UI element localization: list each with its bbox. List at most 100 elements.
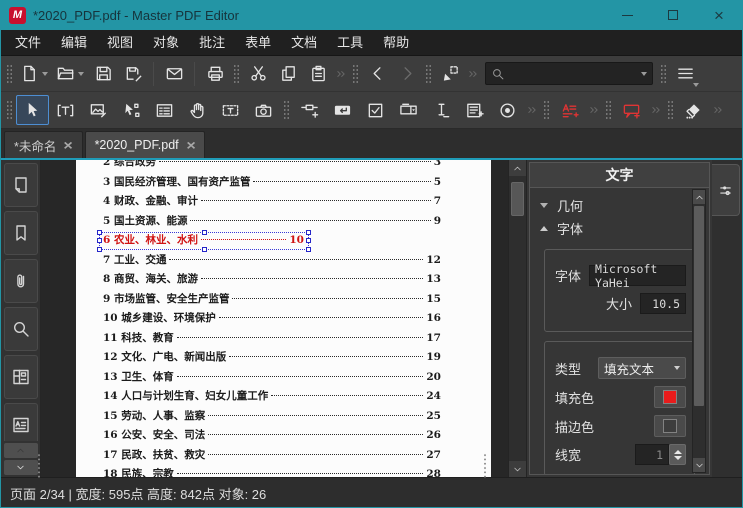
toc-row[interactable]: 3 国民经济管理、国有资产监管 5 [103, 173, 441, 193]
section-font[interactable]: 字体 [530, 217, 709, 240]
scroll-down-button[interactable] [509, 461, 526, 477]
bookmarks-panel-button[interactable] [3, 211, 38, 255]
button-field-button[interactable] [326, 95, 359, 125]
toc-row[interactable]: 16 公安、安全、司法 26 [103, 426, 441, 446]
listbox-field-button[interactable] [458, 95, 491, 125]
toolbar-grip[interactable] [605, 99, 612, 121]
tab-close-icon[interactable]: × [186, 138, 195, 152]
tab-close-icon[interactable]: × [64, 138, 73, 152]
selection-handle[interactable] [97, 230, 102, 235]
maximize-button[interactable] [650, 0, 696, 30]
panel-splitter-handle[interactable] [483, 453, 487, 479]
forms-panel-button[interactable] [3, 355, 38, 399]
edit-object-button[interactable] [115, 95, 148, 125]
scrollbar-track[interactable] [509, 176, 526, 461]
new-document-button[interactable] [16, 60, 52, 88]
cut-button[interactable] [243, 60, 273, 88]
stroke-color-button[interactable] [654, 415, 686, 437]
toc-row[interactable]: 9 市场监管、安全生产监管 15 [103, 290, 441, 310]
highlighter-button[interactable] [677, 95, 710, 125]
pages-panel-button[interactable] [3, 163, 38, 207]
menu-item[interactable]: 视图 [97, 30, 143, 55]
toolbar-grip[interactable] [283, 99, 290, 121]
copy-button[interactable] [273, 60, 303, 88]
toc-row-selected[interactable]: 6 农业、林业、水利 10 [97, 230, 441, 252]
print-button[interactable] [200, 60, 230, 88]
properties-tab[interactable] [712, 164, 740, 216]
edit-image-button[interactable] [82, 95, 115, 125]
toolbar-grip[interactable] [667, 99, 674, 121]
section-geometry[interactable]: 几何 [530, 194, 709, 217]
close-button[interactable]: × [696, 0, 742, 30]
menu-item[interactable]: 工具 [327, 30, 373, 55]
save-as-button[interactable] [118, 60, 148, 88]
toc-row[interactable]: 12 文化、广电、新闻出版 19 [103, 348, 441, 368]
paste-button[interactable] [303, 60, 333, 88]
tab-active-document[interactable]: *2020_PDF.pdf × [84, 131, 205, 158]
chevron-down-icon[interactable] [78, 71, 84, 76]
selection-handle[interactable] [306, 246, 311, 252]
open-folder-button[interactable] [52, 60, 88, 88]
toolbar-grip[interactable] [425, 62, 432, 85]
panel-scrollbar-thumb[interactable] [694, 206, 704, 406]
menu-item[interactable]: 编辑 [51, 30, 97, 55]
toc-row[interactable]: 8 商贸、海关、旅游 13 [103, 270, 441, 290]
font-size-input[interactable]: 10.5 [640, 293, 686, 314]
font-name-input[interactable]: Microsoft YaHei [589, 262, 686, 290]
toc-row[interactable]: 2 综合政务 3 [103, 160, 441, 173]
email-button[interactable] [159, 60, 189, 88]
sidebar-scroll-down-button[interactable] [3, 460, 38, 475]
checkbox-field-button[interactable] [359, 95, 392, 125]
toolbar-grip[interactable] [233, 62, 240, 85]
toolbar-grip[interactable] [352, 62, 359, 85]
sidebar-splitter-handle[interactable] [37, 453, 41, 479]
fill-color-button[interactable] [654, 386, 686, 408]
selection-handle[interactable] [97, 246, 102, 252]
menu-item[interactable]: 批注 [189, 30, 235, 55]
attachments-panel-button[interactable] [3, 259, 38, 303]
snapshot-button[interactable] [247, 95, 280, 125]
panel-scrollbar-track[interactable] [693, 204, 705, 458]
add-link-button[interactable] [293, 95, 326, 125]
minimize-button[interactable] [604, 0, 650, 30]
search-panel-button[interactable] [3, 307, 38, 351]
toc-row[interactable]: 4 财政、金融、审计 7 [103, 192, 441, 212]
tab-document[interactable]: *未命名 × [4, 131, 83, 158]
toc-row[interactable]: 11 科技、教育 17 [103, 329, 441, 349]
toc-row[interactable]: 5 国土资源、能源 9 [103, 212, 441, 232]
chevron-down-icon[interactable] [42, 71, 48, 76]
fit-selection-button[interactable] [435, 60, 465, 88]
toolbar-grip[interactable] [6, 99, 13, 121]
selected-text-object[interactable]: 6 农业、林业、水利 10 [97, 230, 311, 252]
selection-handle[interactable] [201, 230, 207, 235]
toc-row[interactable]: 7 工业、交通 12 [103, 251, 441, 271]
toc-row[interactable]: 18 民族、宗教 28 [103, 465, 441, 477]
edit-text-button[interactable] [49, 95, 82, 125]
toc-row[interactable]: 13 卫生、体育 20 [103, 368, 441, 388]
menu-item[interactable]: 帮助 [373, 30, 419, 55]
search-input[interactable] [509, 65, 638, 82]
add-text-annotation-button[interactable] [553, 95, 586, 125]
toc-row[interactable]: 17 民政、扶贫、救灾 27 [103, 446, 441, 466]
combobox-field-button[interactable] [392, 95, 425, 125]
menu-item[interactable]: 表单 [235, 30, 281, 55]
panel-scroll-down-button[interactable] [693, 458, 705, 472]
toc-row[interactable]: 15 劳动、人事、监察 25 [103, 407, 441, 427]
add-callout-button[interactable] [615, 95, 648, 125]
line-width-spinner[interactable] [669, 444, 686, 465]
selection-handle[interactable] [97, 238, 102, 244]
toolbar-grip[interactable] [660, 62, 667, 85]
selection-handle[interactable] [306, 230, 311, 235]
menu-item[interactable]: 文档 [281, 30, 327, 55]
selection-handle[interactable] [306, 238, 311, 244]
text-type-dropdown[interactable]: 填充文本 [598, 357, 686, 379]
main-menu-button[interactable] [670, 60, 700, 88]
select-tool-button[interactable] [16, 95, 49, 125]
menu-item[interactable]: 文件 [5, 30, 51, 55]
chevron-down-icon[interactable] [641, 71, 647, 76]
toc-row[interactable]: 10 城乡建设、环境保护 16 [103, 309, 441, 329]
selection-handle[interactable] [201, 246, 207, 252]
line-width-input[interactable]: 1 [635, 444, 669, 465]
previous-page-button[interactable] [362, 60, 392, 88]
text-field-button[interactable] [425, 95, 458, 125]
